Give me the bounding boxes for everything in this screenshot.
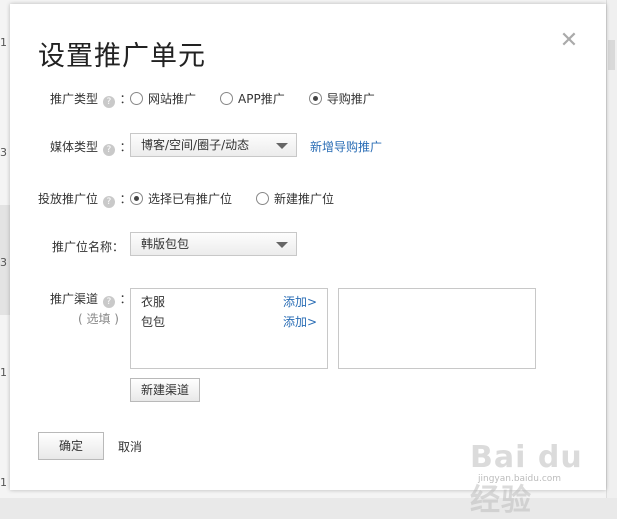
radio-app-promo[interactable]: APP推广 bbox=[220, 90, 285, 107]
chevron-down-icon bbox=[276, 143, 288, 149]
channel-available-list[interactable]: 衣服 添加> 包包 添加> bbox=[130, 288, 328, 369]
list-item: 包包 添加> bbox=[141, 313, 317, 331]
channel-label: 推广渠道 ? ： bbox=[50, 290, 132, 308]
media-type-label-text: 媒体类型 bbox=[50, 140, 99, 154]
radio-website-promo[interactable]: 网站推广 bbox=[130, 90, 196, 107]
radio-circle-icon[interactable] bbox=[130, 92, 143, 105]
watermark-url: jingyan.baidu.com bbox=[478, 474, 562, 484]
radio-new-placement[interactable]: 新建推广位 bbox=[256, 190, 334, 207]
close-icon[interactable]: ✕ bbox=[558, 30, 580, 52]
add-channel-link[interactable]: 添加> bbox=[283, 293, 317, 310]
channel-label-text: 推广渠道 bbox=[50, 292, 99, 306]
help-icon[interactable]: ? bbox=[102, 296, 115, 308]
cancel-button[interactable]: 取消 bbox=[118, 438, 142, 455]
list-item: 衣服 添加> bbox=[141, 293, 317, 311]
add-channel-link[interactable]: 添加> bbox=[283, 313, 317, 330]
help-icon[interactable]: ? bbox=[102, 144, 115, 156]
page-scrollbar[interactable] bbox=[606, 0, 617, 498]
channel-name: 衣服 bbox=[141, 295, 166, 309]
placement-name-value: 韩版包包 bbox=[141, 237, 190, 251]
promo-unit-dialog: 设置推广单元 ✕ 推广类型 ? ： 网站推广 APP推广 导购推广 媒体类型 ?… bbox=[10, 4, 606, 490]
radio-circle-selected-icon[interactable] bbox=[130, 192, 143, 205]
background-number: 1 bbox=[0, 366, 7, 379]
page-scrollbar-thumb[interactable] bbox=[608, 40, 615, 70]
placement-name-select[interactable]: 韩版包包 bbox=[130, 232, 297, 256]
placement-label-text: 投放推广位 bbox=[38, 192, 99, 206]
media-type-select[interactable]: 博客/空间/圈子/动态 bbox=[130, 133, 297, 157]
promo-type-label-text: 推广类型 bbox=[50, 92, 99, 106]
chevron-down-icon bbox=[276, 242, 288, 248]
radio-label: 新建推广位 bbox=[274, 192, 335, 206]
confirm-button[interactable]: 确定 bbox=[38, 432, 104, 460]
help-icon[interactable]: ? bbox=[102, 96, 115, 108]
channel-selected-list[interactable] bbox=[338, 288, 536, 369]
radio-shopping-guide-promo[interactable]: 导购推广 bbox=[308, 90, 375, 107]
background-number: 1 bbox=[0, 476, 7, 489]
radio-existing-placement[interactable]: 选择已有推广位 bbox=[130, 190, 232, 207]
radio-label: APP推广 bbox=[238, 92, 285, 106]
background-number: 3 bbox=[0, 146, 7, 159]
placement-radio-group: 选择已有推广位 新建推广位 bbox=[130, 190, 358, 207]
media-type-label: 媒体类型 ? ： bbox=[50, 138, 132, 156]
background-number: 3 bbox=[0, 256, 7, 269]
radio-label: 导购推广 bbox=[326, 92, 375, 106]
placement-label: 投放推广位 ? ： bbox=[38, 190, 132, 208]
placement-name-label: 推广位名称： bbox=[52, 240, 125, 254]
new-channel-button[interactable]: 新建渠道 bbox=[130, 378, 200, 402]
media-type-value: 博客/空间/圈子/动态 bbox=[141, 138, 250, 152]
channel-optional-hint: ( 选填 ) bbox=[78, 312, 119, 326]
radio-circle-selected-icon[interactable] bbox=[308, 92, 322, 105]
help-icon[interactable]: ? bbox=[102, 196, 115, 208]
dialog-title: 设置推广单元 bbox=[38, 41, 206, 72]
radio-label: 选择已有推广位 bbox=[148, 192, 233, 206]
radio-circle-icon[interactable] bbox=[220, 92, 234, 105]
promo-type-label: 推广类型 ? ： bbox=[50, 90, 132, 108]
promo-type-radio-group: 网站推广 APP推广 导购推广 bbox=[130, 90, 399, 107]
add-shopping-guide-link[interactable]: 新增导购推广 bbox=[310, 138, 382, 155]
radio-label: 网站推广 bbox=[148, 92, 197, 106]
background-number: 1 bbox=[0, 36, 7, 49]
channel-name: 包包 bbox=[141, 315, 166, 329]
radio-circle-icon[interactable] bbox=[256, 192, 270, 205]
